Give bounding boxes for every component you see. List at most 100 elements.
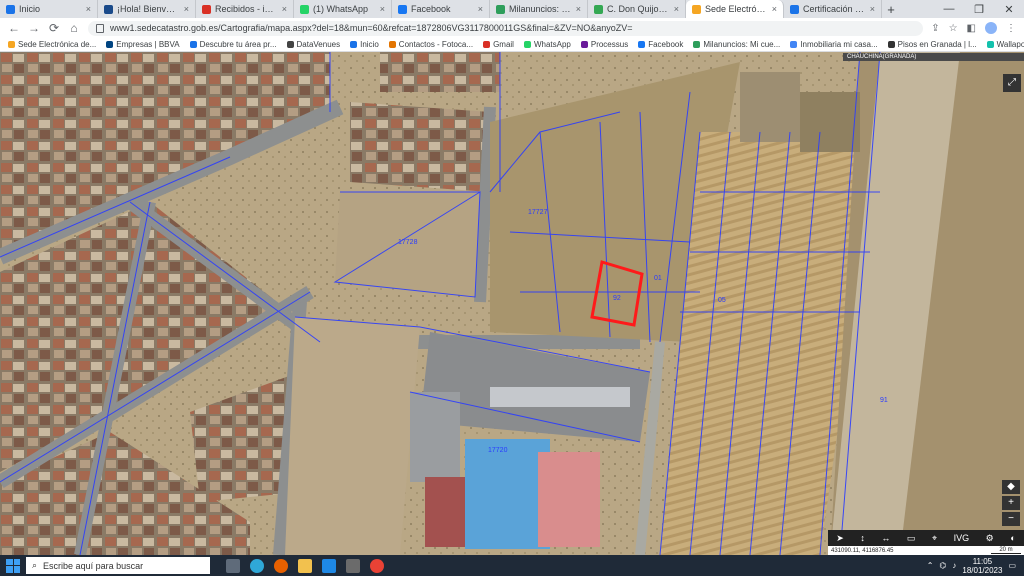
map-canvas[interactable]: 17728 17727 17720 92 05 01 91 xyxy=(0,52,1024,555)
menu-icon[interactable]: ⋮ xyxy=(1006,23,1016,34)
notifications-icon[interactable]: ▭ xyxy=(1008,561,1016,570)
tab-4[interactable]: Facebook × xyxy=(392,0,490,18)
tab-label: Inicio xyxy=(19,4,41,14)
window-controls: — ❐ ✕ xyxy=(934,3,1024,16)
file-explorer-icon[interactable] xyxy=(298,558,312,573)
tab-6[interactable]: C. Don Quijote - Goog × xyxy=(588,0,686,18)
tab-label: Facebook xyxy=(411,4,451,14)
volume-icon[interactable]: ♪ xyxy=(952,561,956,570)
bookmark-item[interactable]: Wallapop xyxy=(986,40,1024,49)
tab-2[interactable]: Recibidos - inmobilia × xyxy=(196,0,294,18)
bookmark-item[interactable]: Contactos - Fotoca... xyxy=(388,40,473,49)
close-icon[interactable]: × xyxy=(576,4,581,14)
bookmark-favicon xyxy=(580,41,588,48)
bookmark-favicon xyxy=(986,41,994,48)
close-icon[interactable]: × xyxy=(380,4,385,14)
tab-3[interactable]: (1) WhatsApp × xyxy=(294,0,392,18)
tab-favicon xyxy=(398,4,407,14)
tab-favicon xyxy=(594,4,603,14)
map-tool-button[interactable]: IVG xyxy=(954,533,970,543)
close-icon[interactable]: × xyxy=(184,4,189,14)
close-icon[interactable]: × xyxy=(86,4,91,14)
bookmark-favicon xyxy=(483,41,491,48)
bookmark-item[interactable]: Milanuncios: Mi cue... xyxy=(693,40,780,49)
tab-favicon xyxy=(104,4,113,14)
bookmark-item[interactable]: Processus xyxy=(580,40,629,49)
zoom-out-button[interactable]: − xyxy=(1002,512,1020,526)
bookmark-item[interactable]: Pisos en Granada | l... xyxy=(887,40,977,49)
bookmark-item[interactable]: Sede Electrónica de... xyxy=(8,40,96,49)
store-icon[interactable] xyxy=(346,558,360,573)
map-tool-button[interactable]: ➤ xyxy=(836,533,844,544)
tab-favicon xyxy=(496,4,505,14)
taskbar-search[interactable]: ⌕ Escribe aquí para buscar xyxy=(26,557,210,574)
address-bar-row: ← → ⟳ ⌂ www1.sedecatastro.gob.es/Cartogr… xyxy=(0,18,1024,38)
reload-icon[interactable]: ⟳ xyxy=(48,21,60,35)
map-tool-button[interactable]: ⌖ xyxy=(932,533,937,544)
map-tool-button[interactable]: ◐ xyxy=(1010,533,1015,543)
bookmark-label: Sede Electrónica de... xyxy=(18,40,97,49)
chrome-icon[interactable] xyxy=(370,558,384,573)
bookmark-item[interactable]: Inmobiliaria mi casa... xyxy=(790,40,878,49)
fullscreen-button[interactable]: ⤢ xyxy=(1003,74,1021,92)
back-icon[interactable]: ← xyxy=(8,21,20,35)
bookmark-label: Inicio xyxy=(360,40,379,49)
close-window-button[interactable]: ✕ xyxy=(994,3,1024,16)
zoom-controls: ◆ + − xyxy=(1002,480,1020,526)
mail-icon[interactable] xyxy=(322,558,336,573)
bookmark-favicon xyxy=(106,41,114,48)
bookmark-item[interactable]: WhatsApp xyxy=(523,40,571,49)
minimize-button[interactable]: — xyxy=(934,3,964,16)
close-icon[interactable]: × xyxy=(282,4,287,14)
bookmark-item[interactable]: DataVenues xyxy=(286,40,340,49)
close-icon[interactable]: × xyxy=(478,4,483,14)
tab-5[interactable]: Milanuncios: Mi cuen × xyxy=(490,0,588,18)
windows-start-icon[interactable] xyxy=(6,558,20,573)
zoom-in-button[interactable]: + xyxy=(1002,496,1020,510)
bookmark-item[interactable]: Gmail xyxy=(483,40,514,49)
map-tool-button[interactable]: ⚙ xyxy=(986,533,994,544)
bookmark-item[interactable]: Descubre tu área pr... xyxy=(189,40,277,49)
bookmark-item[interactable]: Facebook xyxy=(638,40,683,49)
search-icon: ⌕ xyxy=(32,560,38,570)
locate-button[interactable]: ◆ xyxy=(1002,480,1020,494)
chevron-up-icon[interactable]: ⌃ xyxy=(927,561,934,570)
home-icon[interactable]: ⌂ xyxy=(68,21,80,35)
map-tool-button[interactable]: ↕ xyxy=(860,533,865,543)
tab-1[interactable]: ¡Hola! Bienvenidos a × xyxy=(98,0,196,18)
tab-7[interactable]: Sede Electrónica del C × xyxy=(686,0,784,18)
new-tab-button[interactable]: + xyxy=(882,2,900,17)
cadastral-map[interactable]: 17728 17727 17720 92 05 01 91 CHAUCHINA(… xyxy=(0,52,1024,555)
forward-icon[interactable]: → xyxy=(28,21,40,35)
bookmark-label: Gmail xyxy=(493,40,514,49)
network-icon[interactable]: ⌬ xyxy=(939,561,946,570)
bookmark-favicon xyxy=(350,41,358,48)
close-icon[interactable]: × xyxy=(870,4,875,14)
tab-label: ¡Hola! Bienvenidos a xyxy=(117,4,180,14)
restore-button[interactable]: ❐ xyxy=(964,3,994,16)
bookmark-item[interactable]: Empresas | BBVA xyxy=(106,40,180,49)
map-toolbar: ➤ ↕ ↔ ▭ ⌖ IVG ⚙ ◐ xyxy=(828,530,1024,546)
clock[interactable]: 11:05 18/01/2023 xyxy=(962,557,1002,575)
close-icon[interactable]: × xyxy=(772,4,777,14)
share-icon[interactable]: ⇪ xyxy=(931,23,939,34)
map-tool-button[interactable]: ▭ xyxy=(907,533,916,544)
bookmark-label: Processus xyxy=(590,40,629,49)
map-tool-button[interactable]: ↔ xyxy=(881,533,890,543)
tab-label: (1) WhatsApp xyxy=(313,4,369,14)
extensions-icon[interactable]: ◧ xyxy=(967,23,976,34)
star-icon[interactable]: ☆ xyxy=(949,23,958,34)
edge-icon[interactable] xyxy=(250,558,264,573)
url-field[interactable]: www1.sedecatastro.gob.es/Cartografia/map… xyxy=(88,20,924,36)
bookmark-favicon xyxy=(887,41,895,48)
avatar[interactable] xyxy=(985,22,997,34)
bookmark-item[interactable]: Inicio xyxy=(350,40,379,49)
bookmark-favicon xyxy=(189,41,197,48)
map-municipality-header: CHAUCHINA(GRANADA) xyxy=(843,53,1024,61)
coordinate-bar: 431090.11, 4116876.45 20 m xyxy=(828,546,1024,555)
tab-0[interactable]: Inicio × xyxy=(0,0,98,18)
firefox-icon[interactable] xyxy=(274,558,288,573)
task-view-icon[interactable] xyxy=(226,558,240,573)
tab-8[interactable]: Certificación Descripc × xyxy=(784,0,882,18)
close-icon[interactable]: × xyxy=(674,4,679,14)
